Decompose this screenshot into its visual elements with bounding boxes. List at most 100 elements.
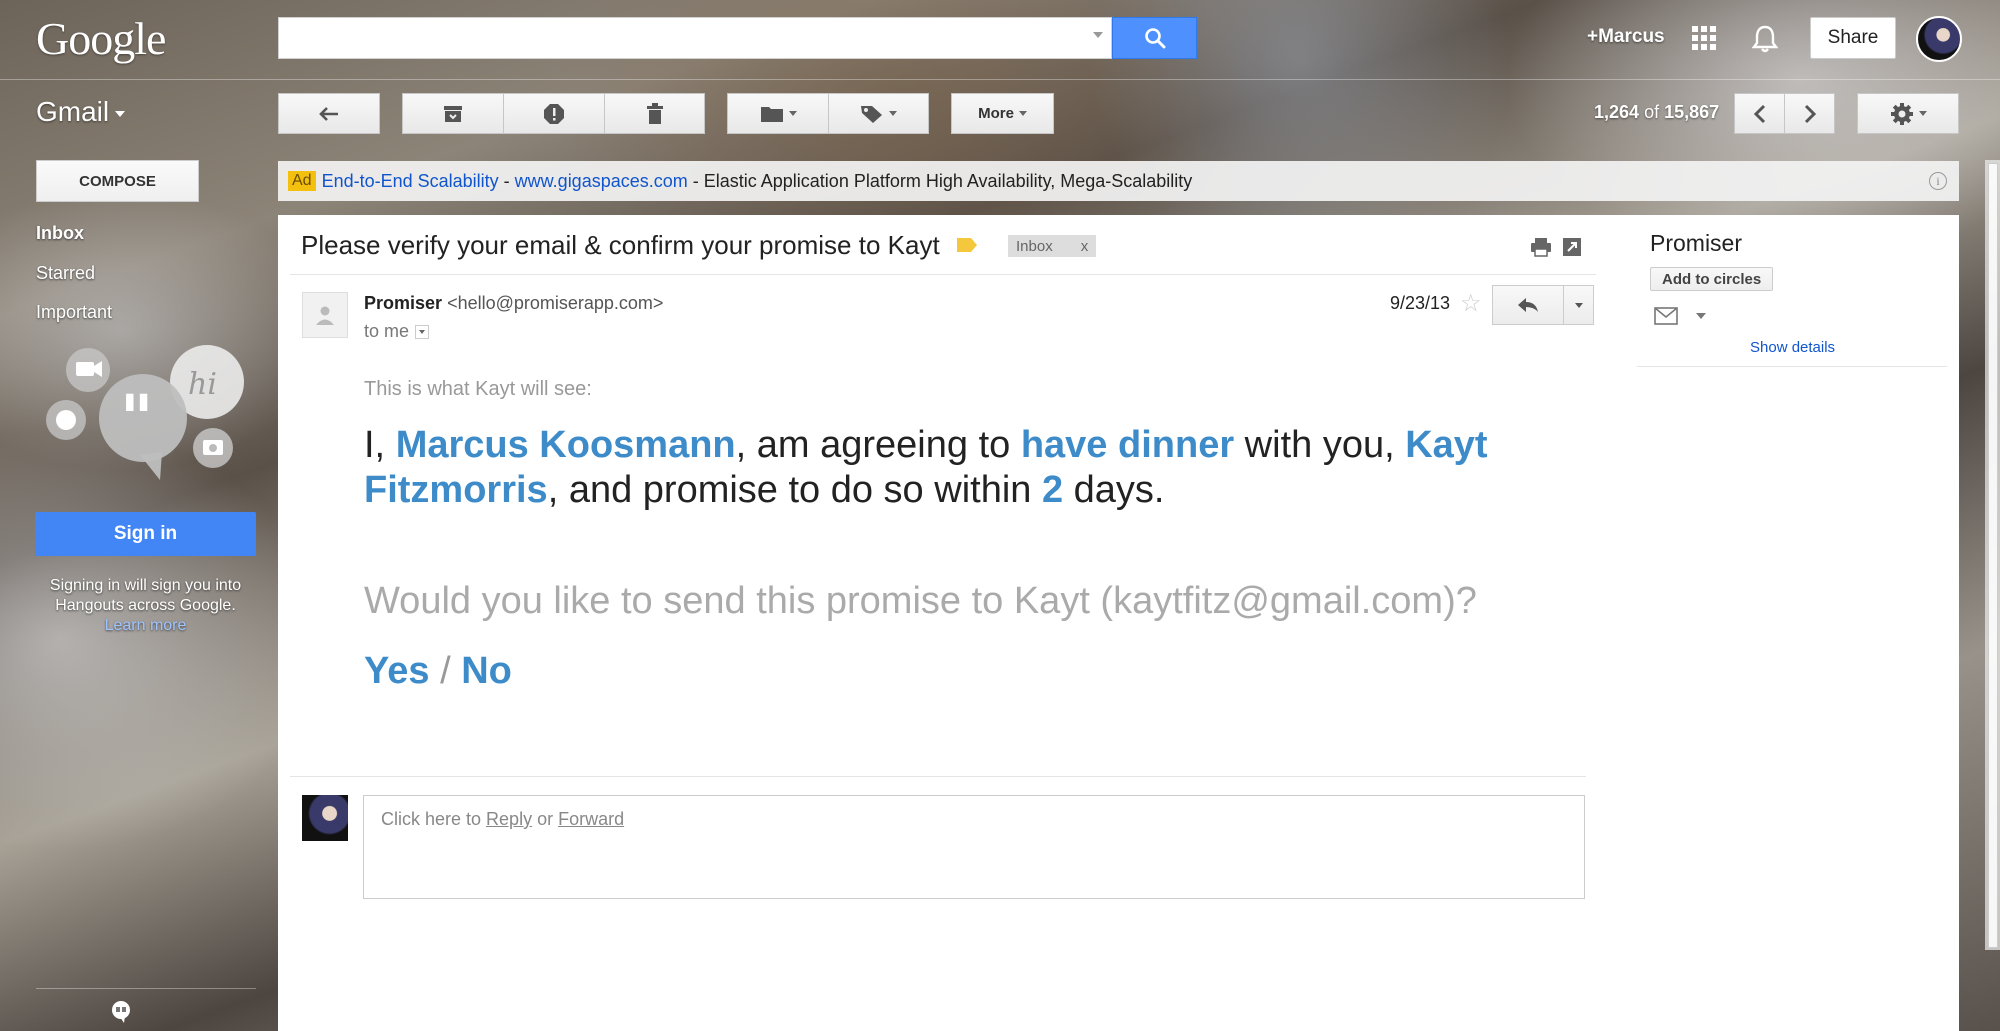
sender-name[interactable]: Promiser	[364, 293, 442, 313]
ad-url-link[interactable]: www.gigaspaces.com	[515, 171, 688, 192]
contact-name: Promiser	[1650, 230, 1743, 256]
chevron-down-icon[interactable]	[1696, 313, 1706, 319]
newer-message-button[interactable]	[1734, 93, 1785, 134]
hangouts-quote-icon[interactable]	[110, 1000, 132, 1029]
chevron-down-icon	[1018, 111, 1027, 116]
chevron-down-icon	[1918, 111, 1927, 116]
reply-arrow-icon	[1518, 298, 1538, 312]
move-to-button[interactable]	[727, 93, 829, 134]
sender-email: <hello@promiserapp.com>	[447, 293, 664, 313]
print-icon[interactable]	[1530, 237, 1552, 257]
message-panel: Please verify your email & confirm your …	[278, 215, 1959, 1031]
app-name: Gmail	[36, 96, 110, 127]
more-label: More	[978, 105, 1014, 122]
labels-button[interactable]	[828, 93, 929, 134]
confirmation-question: Would you like to send this promise to K…	[364, 580, 1477, 622]
reply-or: or	[532, 809, 559, 829]
reply-button[interactable]	[1492, 285, 1564, 325]
ad-description: - Elastic Application Platform High Avai…	[687, 170, 1193, 191]
account-avatar[interactable]	[1916, 16, 1962, 62]
archive-icon	[444, 105, 462, 122]
delete-button[interactable]	[604, 93, 705, 134]
ad-separator: -	[498, 170, 515, 191]
report-spam-button[interactable]	[503, 93, 605, 134]
chevron-down-icon	[115, 110, 126, 117]
search-icon	[1144, 28, 1165, 49]
ad-info-icon[interactable]: i	[1929, 172, 1947, 190]
sidebar-item-inbox[interactable]: Inbox	[36, 223, 84, 244]
forward-link[interactable]: Forward	[558, 809, 624, 829]
older-message-button[interactable]	[1784, 93, 1835, 134]
importance-marker-icon[interactable]	[956, 237, 978, 253]
sign-in-button[interactable]: Sign in	[35, 512, 256, 556]
reply-more-dropdown[interactable]	[1563, 285, 1594, 325]
quick-reply-box[interactable]: Click here to Reply or Forward	[363, 795, 1585, 899]
svg-text:hi: hi	[188, 367, 217, 402]
ad-title-link[interactable]: End-to-End Scalability	[322, 171, 499, 192]
subject-divider	[290, 274, 1596, 275]
gmail-app-switcher[interactable]: Gmail	[36, 96, 126, 128]
archive-button[interactable]	[402, 93, 504, 134]
choice-separator: /	[429, 650, 462, 692]
reply-prompt: Click here to	[381, 809, 487, 829]
google-logo[interactable]: Google	[36, 12, 166, 65]
remove-label-button[interactable]: x	[1081, 238, 1089, 255]
learn-more-link[interactable]: Learn more	[105, 617, 187, 634]
signin-note-text: Signing in will sign you into Hangouts a…	[49, 577, 242, 614]
gear-icon	[1890, 102, 1913, 125]
star-icon[interactable]: ☆	[1460, 289, 1482, 318]
ad-badge: Ad	[288, 171, 316, 191]
promise-part: with you,	[1234, 424, 1406, 466]
my-avatar	[302, 795, 348, 841]
more-actions-button[interactable]: More	[951, 93, 1054, 134]
chevron-down-icon	[1574, 302, 1583, 308]
recipient-line: to me	[364, 321, 430, 342]
compose-button[interactable]: COMPOSE	[36, 160, 199, 202]
reply-link[interactable]: Reply	[486, 809, 532, 829]
search-input[interactable]	[278, 17, 1112, 59]
yes-link[interactable]: Yes	[364, 650, 430, 692]
count-of: of	[1644, 102, 1660, 122]
hangouts-illustration: hi "	[46, 345, 244, 480]
promise-part: days.	[1063, 469, 1165, 511]
promise-action: have dinner	[1020, 424, 1235, 466]
sidebar-item-important[interactable]: Important	[36, 302, 112, 323]
promise-part: , and promise to do so within	[547, 469, 1042, 511]
google-plus-profile-link[interactable]: +Marcus	[1587, 26, 1665, 48]
show-details-link[interactable]: Show details	[1750, 339, 1835, 356]
sender-avatar	[302, 292, 348, 338]
back-to-inbox-button[interactable]	[278, 93, 380, 134]
label-tag-icon	[861, 105, 882, 123]
email-envelope-icon[interactable]	[1654, 307, 1678, 325]
folder-icon	[760, 106, 783, 122]
contact-panel-divider	[1637, 366, 1947, 367]
promise-days: 2	[1041, 469, 1064, 511]
show-details-dropdown-icon[interactable]	[415, 325, 430, 340]
search-button[interactable]	[1112, 17, 1197, 59]
settings-button[interactable]	[1857, 93, 1959, 134]
sidebar-item-starred[interactable]: Starred	[36, 263, 95, 284]
apps-grid-icon[interactable]	[1692, 26, 1716, 50]
trash-icon	[646, 102, 663, 124]
promise-text: I, Marcus Koosmann, am agreeing to have …	[364, 423, 1514, 513]
promiser-name: Marcus Koosmann	[395, 424, 736, 466]
count-total: 15,867	[1664, 102, 1720, 122]
person-placeholder-icon	[316, 306, 334, 325]
label-name: Inbox	[1016, 237, 1053, 255]
notifications-bell-icon[interactable]	[1751, 24, 1779, 59]
share-button[interactable]: Share	[1810, 17, 1896, 59]
recipient-text: to me	[364, 321, 410, 341]
message-subject: Please verify your email & confirm your …	[301, 230, 940, 260]
inbox-label-chip: Inbox x	[1008, 235, 1097, 257]
sender-line: Promiser <hello@promiserapp.com>	[364, 293, 663, 314]
svg-text:": "	[120, 381, 153, 456]
message-date: 9/23/13	[1390, 293, 1451, 313]
signin-note: Signing in will sign you into Hangouts a…	[30, 576, 261, 636]
search-options-chevron-icon[interactable]	[1093, 32, 1103, 38]
open-in-new-window-icon[interactable]	[1562, 237, 1582, 257]
chevron-right-icon	[1804, 104, 1816, 123]
add-to-circles-button[interactable]: Add to circles	[1650, 267, 1774, 291]
preview-lead-text: This is what Kayt will see:	[364, 378, 592, 400]
scrollbar-thumb[interactable]	[1988, 163, 1998, 948]
no-link[interactable]: No	[461, 650, 512, 692]
